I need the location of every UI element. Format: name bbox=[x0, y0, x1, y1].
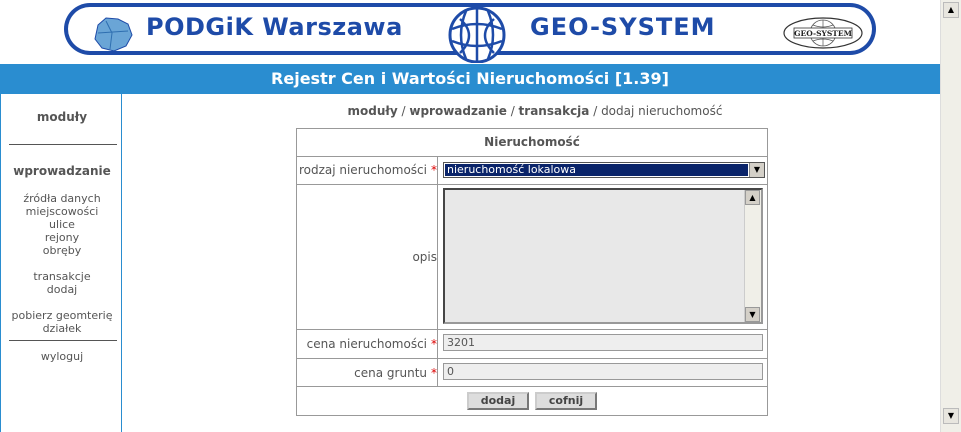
sidebar-item-obreby[interactable]: obręby bbox=[1, 244, 123, 257]
breadcrumb-current: dodaj nieruchomość bbox=[601, 104, 723, 118]
sidebar-item-zrodla-danych[interactable]: źródła danych bbox=[1, 192, 123, 205]
chevron-down-icon[interactable]: ▼ bbox=[749, 163, 764, 177]
geo-system-seal-icon: GEO-SYSTEM bbox=[783, 17, 863, 49]
sidebar-divider bbox=[9, 340, 117, 341]
globe-icon bbox=[448, 7, 506, 63]
property-price-input[interactable]: 3201 bbox=[443, 334, 763, 351]
seal-text: GEO-SYSTEM bbox=[794, 29, 852, 38]
page-title: Rejestr Cen i Wartości Nieruchomości [1.… bbox=[271, 69, 669, 88]
sidebar-section-wprowadzanie[interactable]: wprowadzanie bbox=[1, 165, 123, 178]
breadcrumb-link-wprowadzanie[interactable]: wprowadzanie bbox=[409, 104, 507, 118]
property-form: Nieruchomość rodzaj nieruchomości * nieru… bbox=[296, 128, 768, 416]
logo-left-text: PODGiK Warszawa bbox=[146, 13, 403, 41]
banner: PODGiK Warszawa GEO-SYSTEM GEO-SYSTEM bbox=[0, 0, 940, 64]
scroll-up-icon[interactable]: ▲ bbox=[943, 2, 959, 18]
sidebar-item-pobierz-geometrie[interactable]: pobierz geomterię bbox=[1, 309, 123, 322]
description-label: opis bbox=[412, 250, 437, 264]
scroll-down-icon[interactable]: ▼ bbox=[943, 408, 959, 424]
form-buttons-row: dodaj cofnij bbox=[297, 386, 767, 415]
sidebar-divider bbox=[9, 144, 117, 145]
add-button[interactable]: dodaj bbox=[467, 392, 529, 410]
scroll-up-icon[interactable]: ▲ bbox=[745, 190, 760, 205]
page-scrollbar[interactable]: ▲ ▼ bbox=[940, 0, 961, 432]
form-heading: Nieruchomość bbox=[484, 135, 580, 149]
textarea-scrollbar[interactable]: ▲ ▼ bbox=[744, 190, 761, 322]
title-bar: Rejestr Cen i Wartości Nieruchomości [1.… bbox=[0, 64, 940, 94]
property-type-value: nieruchomość lokalowa bbox=[444, 163, 749, 177]
sidebar-item-miejscowosci[interactable]: miejscowości bbox=[1, 205, 123, 218]
price-label: cena nieruchomości bbox=[306, 337, 427, 351]
sidebar-item-transakcje[interactable]: transakcje bbox=[1, 270, 123, 283]
back-button[interactable]: cofnij bbox=[535, 392, 597, 410]
breadcrumb-link-moduly[interactable]: moduły bbox=[348, 104, 398, 118]
form-heading-row: Nieruchomość bbox=[297, 129, 767, 157]
sidebar-item-modules[interactable]: moduły bbox=[1, 111, 123, 124]
warsaw-map-icon bbox=[94, 17, 133, 52]
sidebar-item-dzialek[interactable]: działek bbox=[1, 322, 123, 335]
logo-pill: PODGiK Warszawa GEO-SYSTEM GEO-SYSTEM bbox=[64, 3, 876, 63]
sidebar-item-rejony[interactable]: rejony bbox=[1, 231, 123, 244]
form-row-land-price: cena gruntu * 0 bbox=[297, 358, 767, 387]
form-row-price: cena nieruchomości * 3201 bbox=[297, 329, 767, 359]
breadcrumb-link-transakcja[interactable]: transakcja bbox=[519, 104, 590, 118]
form-row-type: rodzaj nieruchomości * nieruchomość lokal… bbox=[297, 156, 767, 185]
property-type-select[interactable]: nieruchomość lokalowa ▼ bbox=[443, 162, 765, 178]
breadcrumb: moduły / wprowadzanie / transakcja / dod… bbox=[347, 104, 723, 118]
land-price-label: cena gruntu bbox=[354, 366, 427, 380]
logo-right-text: GEO-SYSTEM bbox=[530, 13, 716, 41]
form-row-description: opis ▲ ▼ bbox=[297, 184, 767, 330]
land-price-input[interactable]: 0 bbox=[443, 363, 763, 380]
sidebar-item-wyloguj[interactable]: wyloguj bbox=[1, 350, 123, 363]
sidebar-item-ulice[interactable]: ulice bbox=[1, 218, 123, 231]
sidebar: moduły wprowadzanie źródła danych miejsc… bbox=[0, 94, 122, 432]
scroll-down-icon[interactable]: ▼ bbox=[745, 307, 760, 322]
description-textarea[interactable]: ▲ ▼ bbox=[443, 188, 763, 324]
sidebar-item-dodaj[interactable]: dodaj bbox=[1, 283, 123, 296]
type-label: rodzaj nieruchomości bbox=[298, 163, 427, 177]
